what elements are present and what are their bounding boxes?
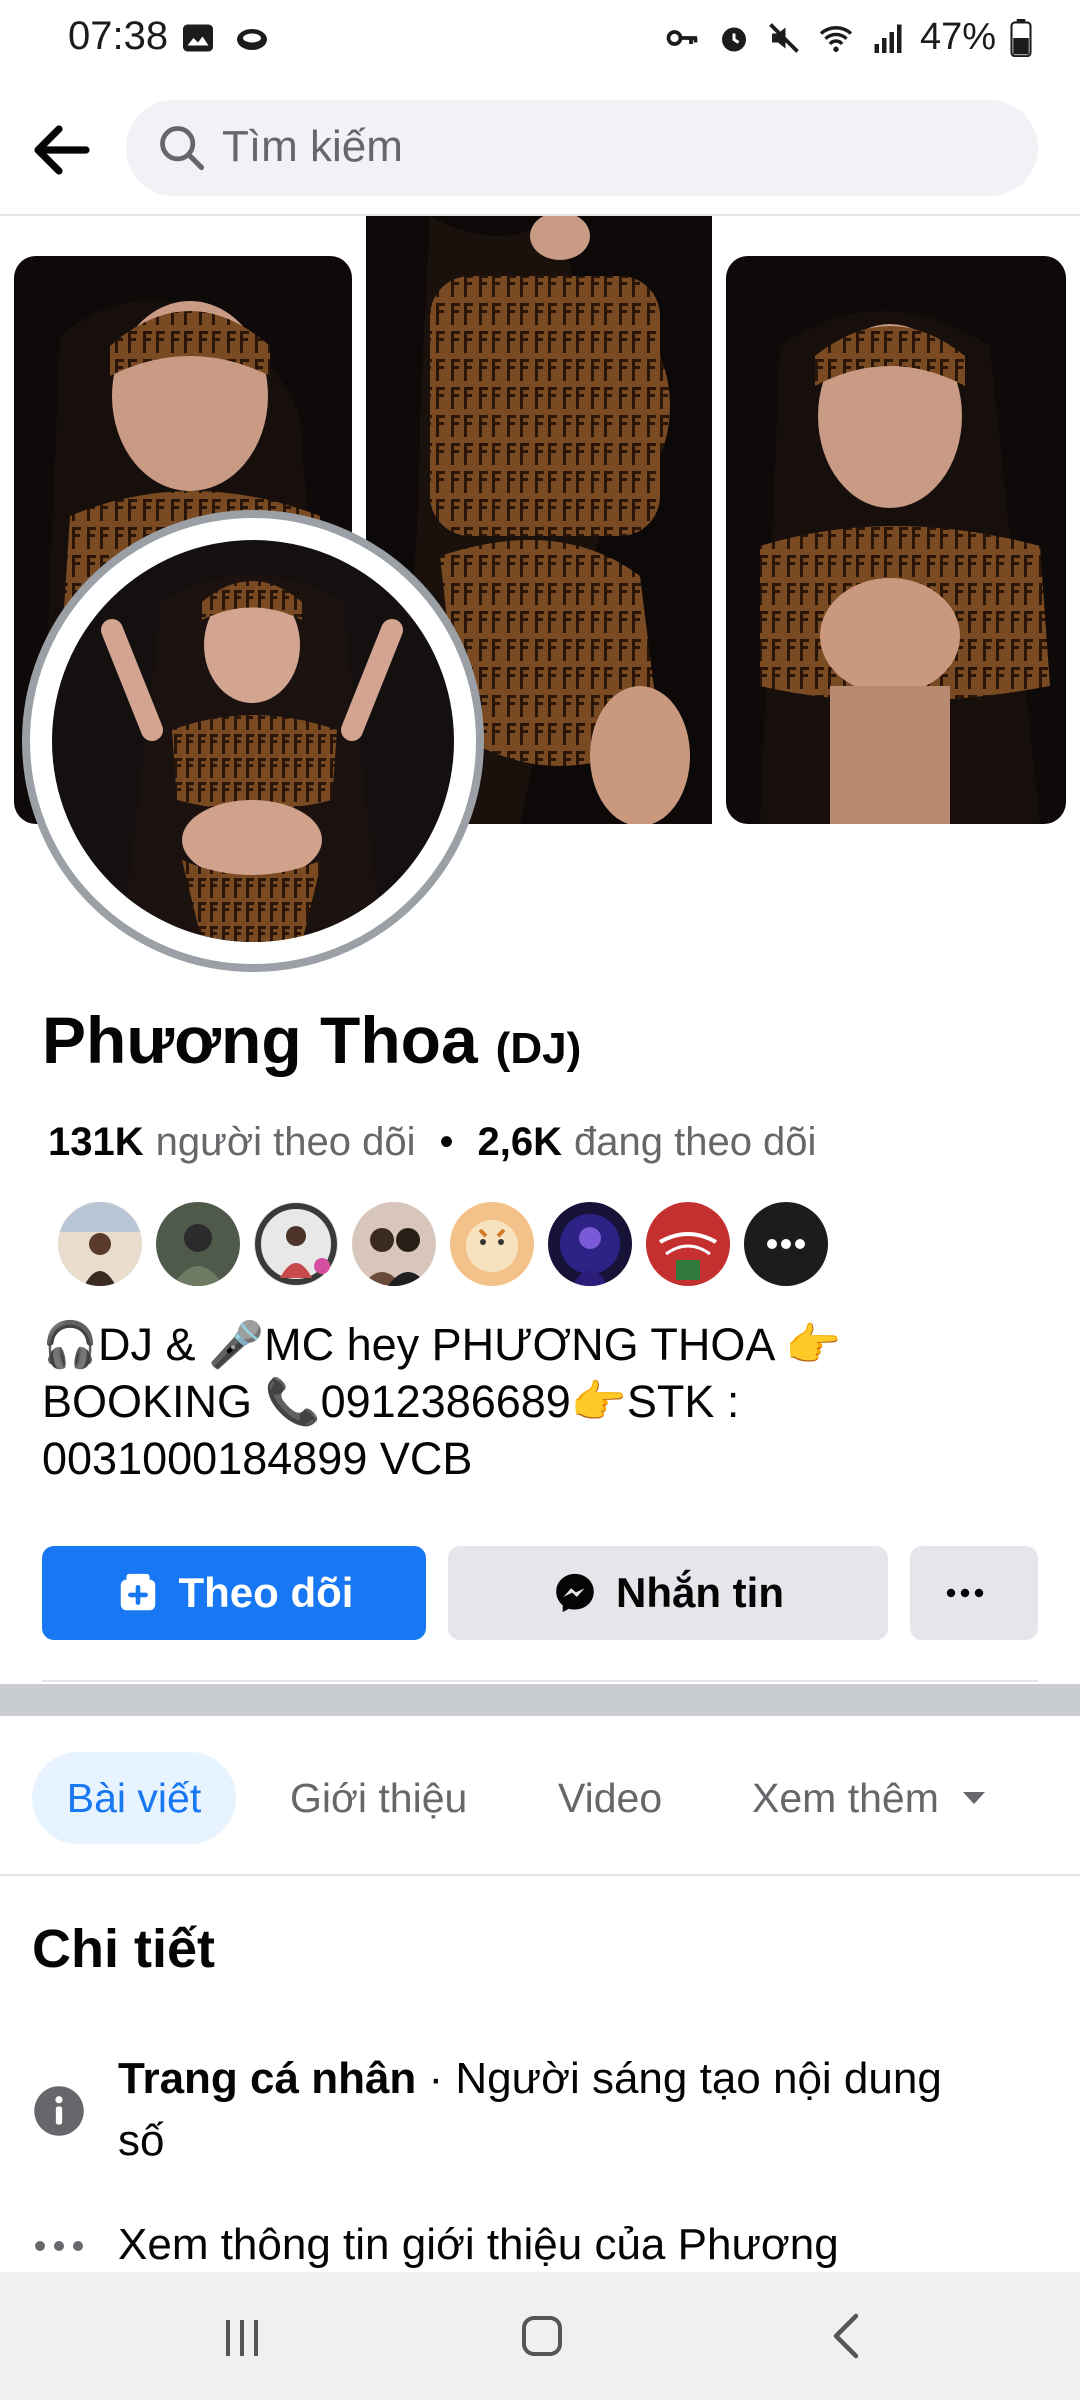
detail-row-see-about[interactable]: Xem thông tin giới thiệu của Phương <box>32 2214 1052 2276</box>
status-bar: 07:38 47% <box>0 0 1080 80</box>
following-label[interactable]: đang theo dõi <box>574 1120 816 1165</box>
battery-percent: 47% <box>919 16 996 58</box>
follower-avatar[interactable] <box>254 1202 338 1286</box>
message-button-label: Nhắn tin <box>616 1569 784 1616</box>
tab-posts[interactable]: Bài viết <box>32 1752 236 1844</box>
detail-row-profile: Trang cá nhân · Người sáng tạo nội dung … <box>32 2048 1052 2172</box>
follower-avatar[interactable] <box>450 1202 534 1286</box>
more-followers-button[interactable] <box>744 1202 828 1286</box>
profile-tabs: Bài viết Giới thiệu Video Xem thêm <box>0 1716 1080 1876</box>
see-about-link: Xem thông tin giới thiệu của Phương <box>118 2220 839 2269</box>
more-options-button[interactable] <box>910 1546 1038 1640</box>
search-icon <box>160 126 205 171</box>
wifi-icon <box>819 25 853 52</box>
search-placeholder: Tìm kiếm <box>222 122 403 171</box>
recent-apps-icon[interactable] <box>220 2316 264 2360</box>
signal-icon <box>874 24 902 53</box>
profile-bio: 🎧DJ & 🎤MC hey PHƯƠNG THOA 👉 BOOKING 📞091… <box>42 1316 1042 1487</box>
section-divider <box>0 1684 1080 1716</box>
profile-name-row: Phương Thoa (DJ) <box>42 1002 581 1078</box>
more-dots-icon <box>767 1239 805 1249</box>
follow-button-label: Theo dõi <box>178 1569 354 1616</box>
arrow-left-icon <box>34 125 90 175</box>
stats-separator: • <box>439 1120 454 1164</box>
tab-video[interactable]: Video <box>558 1752 662 1844</box>
bio-line: 0031000184899 VCB <box>42 1433 473 1484</box>
search-input[interactable]: Tìm kiếm <box>126 100 1038 196</box>
back-button[interactable] <box>26 114 98 186</box>
profile-avatar[interactable] <box>22 510 484 972</box>
detail-profile-label: Trang cá nhân <box>118 2054 417 2103</box>
profile-name: Phương Thoa <box>42 1003 478 1077</box>
mute-icon <box>769 22 799 53</box>
more-dots-icon <box>35 2241 83 2251</box>
info-icon <box>34 2086 84 2136</box>
system-nav-bar <box>0 2272 1080 2400</box>
message-button[interactable]: Nhắn tin <box>448 1546 888 1640</box>
status-time: 07:38 <box>68 14 169 58</box>
messenger-icon <box>556 1573 594 1613</box>
key-icon <box>666 29 698 46</box>
tab-see-more-label: Xem thêm <box>752 1774 939 1821</box>
follower-avatar[interactable] <box>352 1202 436 1286</box>
search-header: Tìm kiếm <box>0 80 1080 216</box>
nav-back-icon[interactable] <box>826 2312 866 2360</box>
profile-stats: 131K người theo dõi • 2,6K đang theo dõi <box>48 1120 816 1165</box>
divider <box>42 1680 1038 1682</box>
follower-avatar[interactable] <box>156 1202 240 1286</box>
battery-icon <box>1010 18 1032 57</box>
follow-icon <box>120 1573 155 1611</box>
follower-avatars <box>58 1202 828 1286</box>
follower-avatar[interactable] <box>646 1202 730 1286</box>
tab-see-more[interactable]: Xem thêm <box>752 1752 987 1844</box>
home-icon[interactable] <box>520 2314 564 2358</box>
details-title: Chi tiết <box>32 1919 215 1979</box>
image-icon <box>183 24 213 52</box>
bio-line: 🎧DJ & 🎤MC hey PHƯƠNG THOA 👉 <box>42 1319 842 1370</box>
follower-avatar[interactable] <box>58 1202 142 1286</box>
profile-tag: (DJ) <box>495 1024 582 1073</box>
caret-down-icon <box>962 1792 985 1804</box>
follow-button[interactable]: Theo dõi <box>42 1546 426 1640</box>
bio-line: BOOKING 📞0912386689👉STK : <box>42 1376 740 1427</box>
more-dots-icon <box>946 1588 984 1598</box>
detail-profile-category-cont: số <box>118 2116 165 2165</box>
cloud-icon <box>237 29 267 50</box>
avatar-photo <box>52 540 454 942</box>
follower-avatar[interactable] <box>548 1202 632 1286</box>
detail-profile-category: · Người sáng tạo nội dung <box>416 2054 942 2103</box>
alarm-icon <box>721 27 746 51</box>
followers-label[interactable]: người theo dõi <box>156 1120 416 1165</box>
followers-count[interactable]: 131K <box>48 1120 144 1165</box>
following-count[interactable]: 2,6K <box>477 1120 562 1165</box>
profile-actions: Theo dõi Nhắn tin <box>42 1546 1038 1640</box>
tab-about[interactable]: Giới thiệu <box>290 1752 467 1844</box>
